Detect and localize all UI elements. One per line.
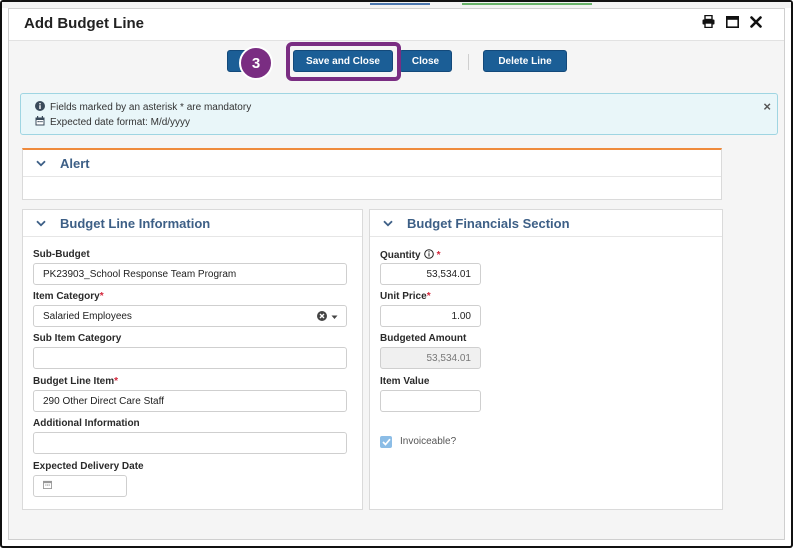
close-button[interactable]: Close [399, 50, 452, 72]
toolbar-divider [468, 54, 469, 70]
caret-down-icon[interactable] [331, 312, 338, 323]
print-icon[interactable] [702, 15, 715, 28]
dismiss-banner-button[interactable]: × [763, 99, 771, 114]
quantity-label: Quantity * [380, 249, 440, 262]
mandatory-note-text: Fields marked by an asterisk * are manda… [50, 102, 252, 113]
expected-delivery-date-field[interactable] [33, 475, 127, 497]
budget-financials-panel: Budget Financials Section Quantity * 53,… [369, 209, 723, 510]
clear-circle-icon[interactable] [317, 311, 327, 324]
sub-item-category-field[interactable] [33, 347, 347, 369]
chevron-down-icon[interactable] [383, 220, 393, 227]
info-banner: Fields marked by an asterisk * are manda… [20, 93, 778, 135]
background-link-underline [370, 3, 430, 5]
item-category-label: Item Category* [33, 291, 104, 302]
item-category-value: Salaried Employees [43, 310, 132, 322]
select-controls [317, 311, 338, 324]
sub-budget-field[interactable]: PK23903_School Response Team Program [33, 263, 347, 285]
window-controls [702, 15, 762, 28]
chevron-down-icon[interactable] [36, 160, 46, 167]
invoiceable-checkbox[interactable] [380, 436, 392, 448]
delete-line-button[interactable]: Delete Line [483, 50, 567, 72]
sub-budget-label: Sub-Budget [33, 249, 90, 260]
item-category-select[interactable]: Salaried Employees [33, 305, 347, 327]
background-link-underline [462, 3, 592, 5]
quantity-label-text: Quantity [380, 250, 421, 261]
calendar-icon[interactable] [43, 480, 52, 492]
checkmark-icon [381, 433, 391, 451]
unit-price-label: Unit Price* [380, 291, 431, 302]
alert-panel-title: Alert [60, 155, 90, 171]
budgeted-amount-label: Budgeted Amount [380, 333, 467, 344]
quantity-field[interactable]: 53,534.01 [380, 263, 481, 285]
maximize-icon[interactable] [726, 15, 739, 28]
dialog-titlebar: Add Budget Line [9, 9, 784, 41]
budget-financials-header[interactable]: Budget Financials Section [370, 210, 722, 237]
required-asterisk: * [426, 291, 431, 302]
expected-delivery-date-label: Expected Delivery Date [33, 461, 144, 472]
additional-information-field[interactable] [33, 432, 347, 454]
budget-financials-title: Budget Financials Section [407, 215, 570, 231]
budget-line-item-field[interactable]: 290 Other Direct Care Staff [33, 390, 347, 412]
item-value-label: Item Value [380, 376, 430, 387]
chevron-down-icon[interactable] [36, 220, 46, 227]
budget-line-item-label: Budget Line Item* [33, 376, 118, 387]
calendar-icon [35, 116, 45, 129]
invoiceable-label: Invoiceable? [400, 436, 457, 447]
tutorial-highlight-ring [286, 42, 401, 81]
budget-line-information-title: Budget Line Information [60, 215, 211, 231]
budgeted-amount-field: 53,534.01 [380, 347, 481, 369]
add-budget-line-dialog: Add Budget Line Save and Close Close Del… [8, 8, 785, 540]
date-format-note: Expected date format: M/d/yyyy [35, 116, 190, 129]
item-value-field[interactable] [380, 390, 481, 412]
info-circle-icon[interactable] [423, 249, 434, 262]
budget-line-item-label-text: Budget Line Item [33, 376, 115, 387]
close-icon[interactable] [750, 15, 762, 28]
required-asterisk: * [114, 376, 119, 387]
required-asterisk: * [436, 250, 441, 261]
date-format-note-text: Expected date format: M/d/yyyy [50, 117, 191, 128]
mandatory-note: Fields marked by an asterisk * are manda… [35, 101, 251, 114]
step-number-badge: 3 [239, 46, 273, 80]
alert-panel-header[interactable]: Alert [23, 150, 721, 177]
required-asterisk: * [99, 291, 104, 302]
additional-information-label: Additional Information [33, 418, 140, 429]
unit-price-label-text: Unit Price [380, 291, 427, 302]
dialog-toolbar: Save and Close Close Delete Line 3 [9, 42, 784, 86]
info-circle-icon [35, 101, 45, 114]
item-category-label-text: Item Category [33, 291, 100, 302]
budget-line-information-panel: Budget Line Information Sub-Budget PK239… [22, 209, 363, 510]
dialog-title: Add Budget Line [24, 15, 144, 32]
budget-line-information-header[interactable]: Budget Line Information [23, 210, 362, 237]
alert-panel: Alert [22, 148, 722, 200]
sub-item-category-label: Sub Item Category [33, 333, 122, 344]
unit-price-field[interactable]: 1.00 [380, 305, 481, 327]
